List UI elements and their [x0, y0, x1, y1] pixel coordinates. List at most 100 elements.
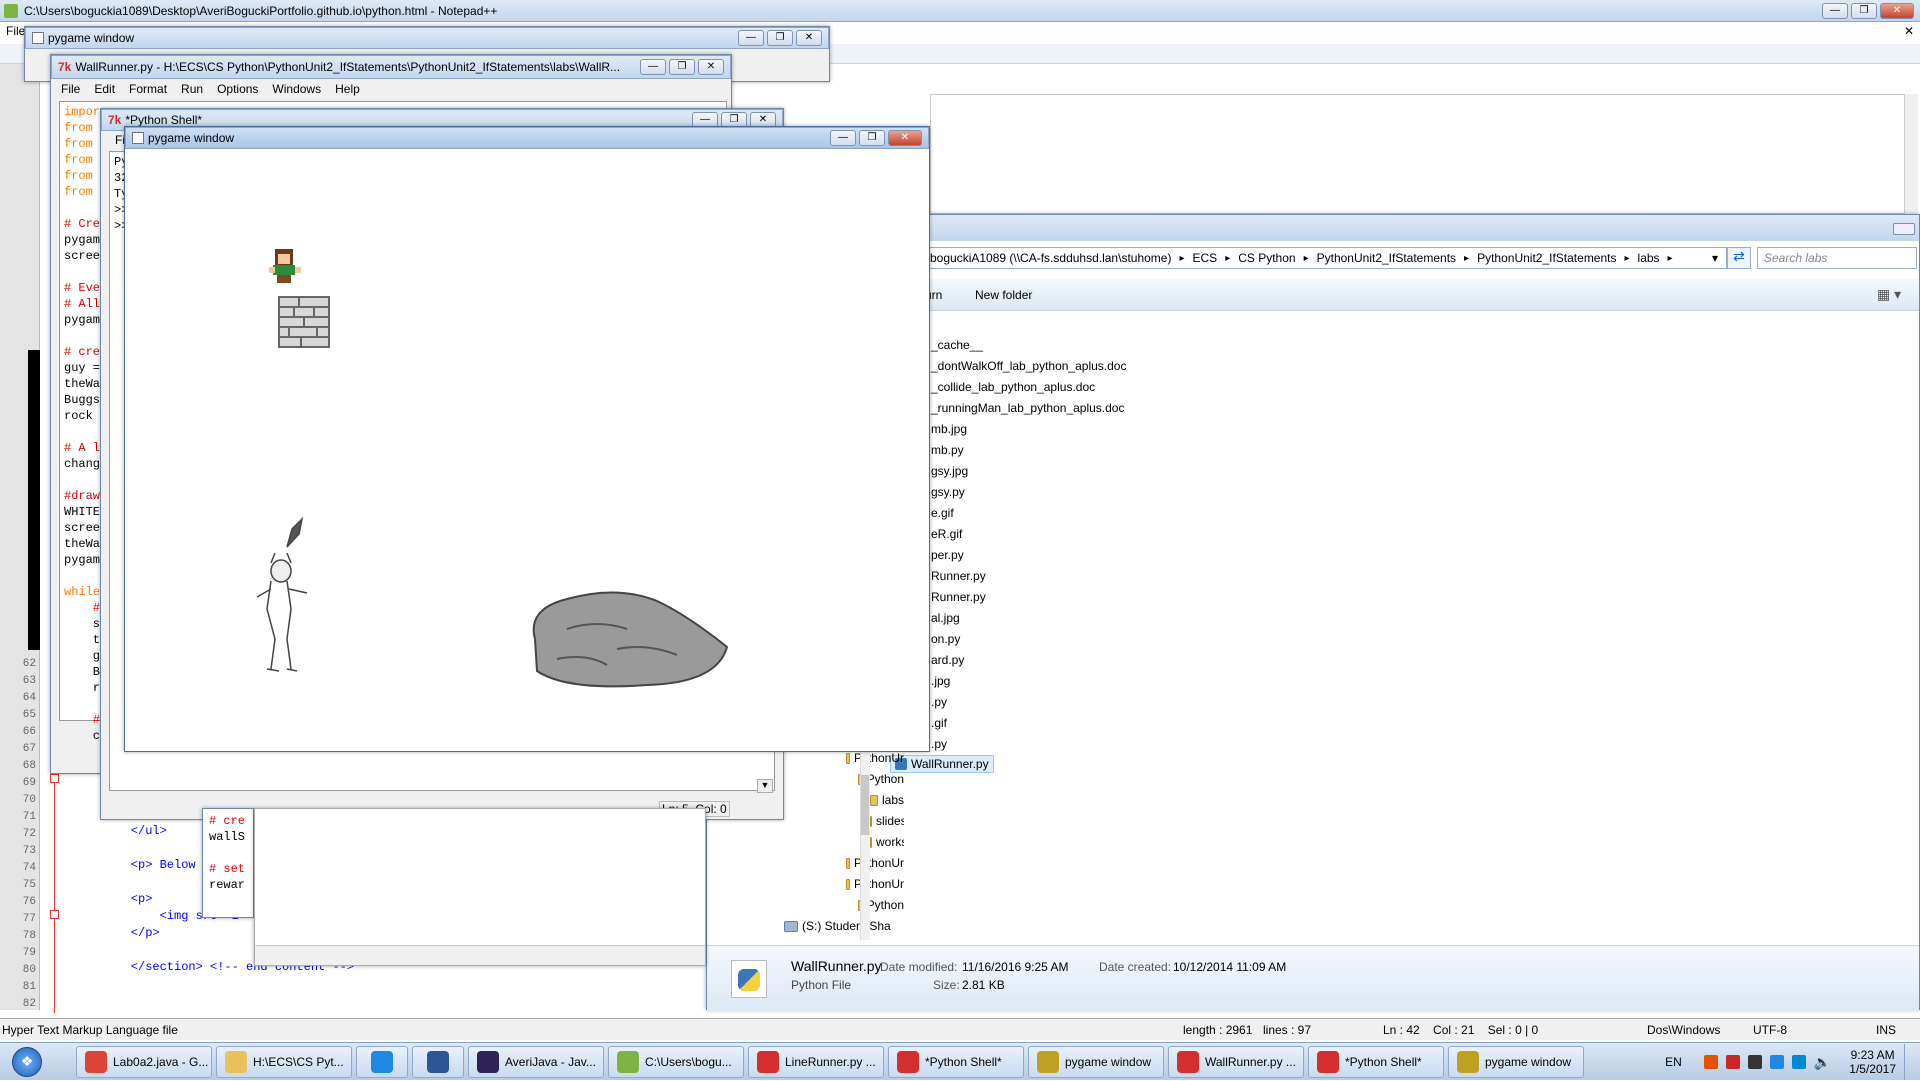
- file-item[interactable]: .jpg: [931, 671, 1126, 692]
- file-item[interactable]: Runner.py: [931, 566, 1126, 587]
- taskbar-button[interactable]: pygame window: [1448, 1045, 1584, 1078]
- taskbar-button[interactable]: AveriJava - Jav...: [468, 1045, 604, 1078]
- menu-help[interactable]: Help: [335, 82, 360, 96]
- search-input[interactable]: Search labs: [1757, 247, 1917, 269]
- file-item[interactable]: .gif: [931, 713, 1126, 734]
- details-created-value: 10/12/2014 11:09 AM: [1173, 960, 1287, 974]
- breadcrumb-item[interactable]: PythonUnit2_IfStatements: [1477, 251, 1616, 265]
- file-item[interactable]: .py: [931, 692, 1126, 713]
- menu-run[interactable]: Run: [181, 82, 203, 96]
- tree-item[interactable]: (S:) Student Sha: [784, 916, 904, 937]
- minimize-button[interactable]: —: [738, 30, 764, 46]
- start-button[interactable]: ❖: [0, 1044, 54, 1080]
- taskbar-button[interactable]: [412, 1045, 464, 1078]
- tray-icon[interactable]: [1769, 1055, 1784, 1069]
- taskbar-button[interactable]: *Python Shell*: [888, 1045, 1024, 1078]
- file-item[interactable]: .py: [931, 734, 1126, 755]
- tray-icon[interactable]: [1703, 1055, 1718, 1069]
- fold-marker[interactable]: [50, 774, 59, 783]
- tree-item[interactable]: Python: [784, 895, 904, 916]
- file-item[interactable]: per.py: [931, 545, 1126, 566]
- file-item[interactable]: ard.py: [931, 650, 1126, 671]
- maximize-button[interactable]: ❐: [859, 130, 885, 146]
- show-desktop-button[interactable]: [1904, 1044, 1914, 1080]
- notepad-scrollbar[interactable]: [1904, 94, 1918, 214]
- file-item[interactable]: gsy.jpg: [931, 461, 1126, 482]
- new-folder-button[interactable]: New folder: [975, 288, 1032, 302]
- chevron-right-icon[interactable]: ▸: [1225, 253, 1230, 264]
- pygame-canvas[interactable]: [127, 149, 927, 749]
- chevron-down-icon[interactable]: ▾: [1712, 251, 1726, 265]
- breadcrumb-item[interactable]: labs: [1638, 251, 1660, 265]
- notepad-close-button[interactable]: ✕: [1880, 2, 1914, 19]
- maximize-button[interactable]: ❐: [669, 59, 695, 75]
- file-item[interactable]: mb.py: [931, 440, 1126, 461]
- tray-icon[interactable]: [1747, 1055, 1762, 1069]
- file-item[interactable]: al.jpg: [931, 608, 1126, 629]
- tray-icon[interactable]: [1725, 1055, 1740, 1069]
- chevron-right-icon[interactable]: ▸: [1625, 253, 1630, 264]
- file-item[interactable]: _runningMan_lab_python_aplus.doc: [931, 398, 1126, 419]
- taskbar-button[interactable]: Lab0a2.java - G...: [76, 1045, 212, 1078]
- menu-format[interactable]: Format: [129, 82, 167, 96]
- file-item[interactable]: _collide_lab_python_aplus.doc: [931, 377, 1126, 398]
- minimize-button[interactable]: —: [640, 59, 666, 75]
- menu-options[interactable]: Options: [217, 82, 258, 96]
- file-item[interactable]: _cache__: [931, 335, 1126, 356]
- maximize-button[interactable]: ❐: [767, 30, 793, 46]
- tree-item[interactable]: works: [784, 832, 904, 853]
- refresh-icon[interactable]: ⇄: [1727, 247, 1751, 269]
- chevron-right-icon[interactable]: ▸: [1668, 253, 1673, 264]
- file-item-selected[interactable]: WallRunner.py: [890, 755, 994, 773]
- file-item[interactable]: eR.gif: [931, 524, 1126, 545]
- file-item[interactable]: gsy.py: [931, 482, 1126, 503]
- close-button[interactable]: ✕: [796, 30, 822, 46]
- taskbar-button[interactable]: H:\ECS\CS Pyt...: [216, 1045, 352, 1078]
- file-item[interactable]: Runner.py: [931, 587, 1126, 608]
- chevron-right-icon[interactable]: ▸: [1179, 253, 1184, 264]
- taskbar-button[interactable]: LineRunner.py ...: [748, 1045, 884, 1078]
- notepad-menu-file[interactable]: File: [6, 24, 25, 38]
- menu-edit[interactable]: Edit: [94, 82, 115, 96]
- file-item[interactable]: mb.jpg: [931, 419, 1126, 440]
- tree-item[interactable]: Network: [784, 937, 904, 940]
- clock[interactable]: 9:23 AM 1/5/2017: [1849, 1048, 1896, 1076]
- taskbar-label: *Python Shell*: [925, 1054, 1002, 1069]
- pygame-icon: [32, 32, 44, 44]
- close-button[interactable]: ✕: [888, 130, 922, 146]
- taskbar-button[interactable]: C:\Users\bogu...: [608, 1045, 744, 1078]
- notepad-tab-close-x[interactable]: ✕: [1904, 24, 1914, 38]
- tray-icon[interactable]: [1791, 1055, 1806, 1069]
- breadcrumb-item[interactable]: PythonUnit2_IfStatements: [1317, 251, 1456, 265]
- breadcrumb-item[interactable]: CS Python: [1238, 251, 1295, 265]
- taskbar-button[interactable]: [356, 1045, 408, 1078]
- breadcrumb-item[interactable]: boguckiA1089 (\\CA-fs.sdduhsd.lan\stuhom…: [930, 251, 1171, 265]
- tree-item[interactable]: labs: [784, 790, 904, 811]
- file-item[interactable]: e.gif: [931, 503, 1126, 524]
- minimize-button[interactable]: —: [830, 130, 856, 146]
- shell-scroll-arrow[interactable]: ▼: [757, 779, 773, 793]
- close-button[interactable]: ✕: [698, 59, 724, 75]
- chevron-right-icon[interactable]: ▸: [1464, 253, 1469, 264]
- taskbar-button[interactable]: pygame window: [1028, 1045, 1164, 1078]
- explorer-minimize-button[interactable]: [1893, 223, 1915, 235]
- breadcrumb-item[interactable]: ECS: [1193, 251, 1218, 265]
- taskbar-button[interactable]: WallRunner.py ...: [1168, 1045, 1304, 1078]
- tree-item[interactable]: slides: [784, 811, 904, 832]
- notepad-maximize-button[interactable]: ❐: [1851, 2, 1877, 19]
- tree-item[interactable]: PythonUr: [784, 853, 904, 874]
- menu-file[interactable]: File: [61, 82, 80, 96]
- tree-item[interactable]: PythonUr: [784, 874, 904, 895]
- chevron-right-icon[interactable]: ▸: [1304, 253, 1309, 264]
- tree-scrollbar-thumb[interactable]: [861, 775, 869, 835]
- file-item[interactable]: on.py: [931, 629, 1126, 650]
- view-options-icon[interactable]: ▦ ▾: [1877, 286, 1901, 303]
- fold-marker[interactable]: [50, 910, 59, 919]
- menu-windows[interactable]: Windows: [272, 82, 321, 96]
- tree-item[interactable]: Python: [784, 769, 904, 790]
- language-indicator[interactable]: EN: [1665, 1055, 1682, 1069]
- file-item[interactable]: _dontWalkOff_lab_python_aplus.doc: [931, 356, 1126, 377]
- taskbar-button[interactable]: *Python Shell*: [1308, 1045, 1444, 1078]
- notepad-minimize-button[interactable]: —: [1822, 2, 1848, 19]
- volume-icon[interactable]: 🔈: [1814, 1054, 1831, 1071]
